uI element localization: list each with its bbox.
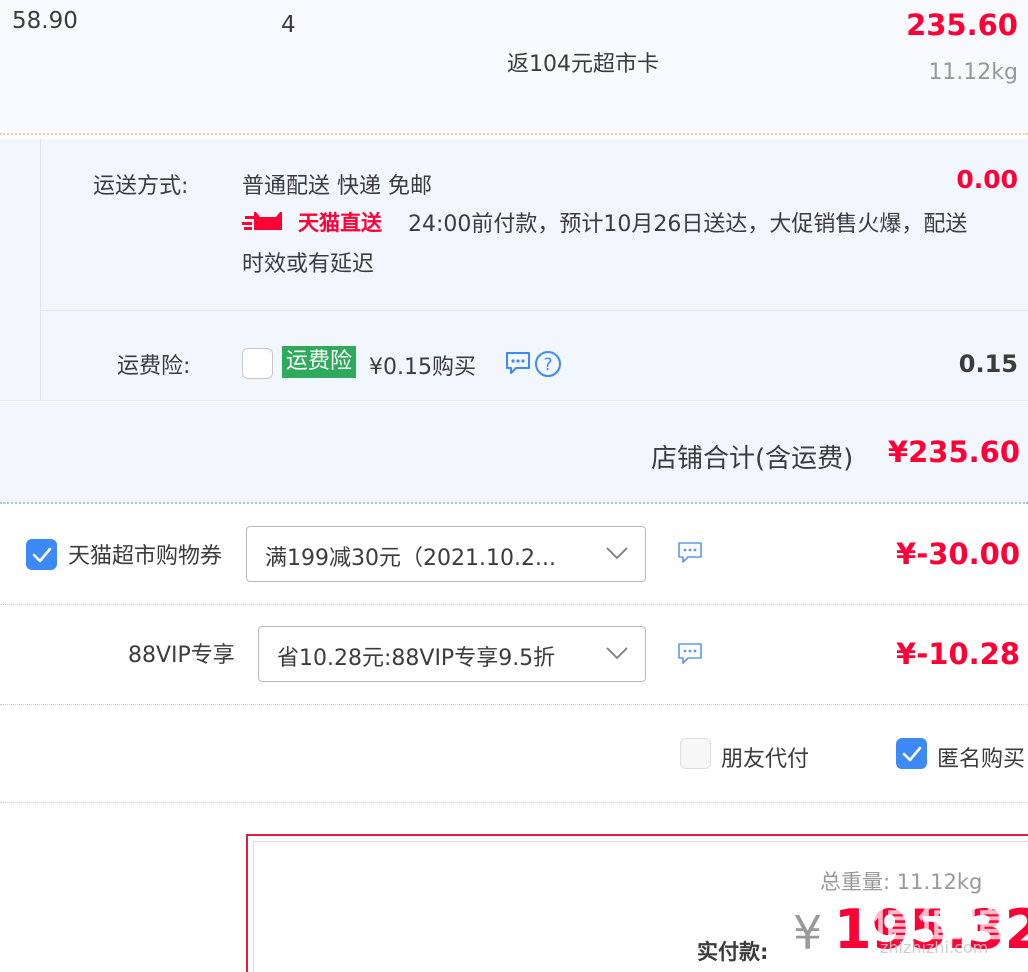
check-icon <box>32 547 52 563</box>
vip-label: 88VIP专享 <box>128 643 235 668</box>
svg-text:?: ? <box>543 355 552 375</box>
store-total-row <box>0 402 1028 504</box>
insurance-icons: ? <box>504 350 562 382</box>
tmall-cat-icon <box>242 208 294 236</box>
item-weight: 11.12kg <box>928 60 1018 85</box>
store-total-amount: ¥235.60 <box>887 435 1020 469</box>
shipping-method-label: 运送方式: <box>93 174 189 199</box>
unit-price: 58.90 <box>12 8 78 34</box>
store-total-label: 店铺合计(含运费) <box>651 444 854 474</box>
coupon-select-value: 满199减30元（2021.10.2... <box>265 546 556 571</box>
divider <box>0 802 1028 803</box>
tmall-direct-badge: 天猫直送 <box>242 207 382 237</box>
friend-pay-label: 朋友代付 <box>721 747 810 772</box>
shipping-fee: 0.00 <box>956 165 1018 194</box>
quantity: 4 <box>281 12 296 38</box>
vip-chat-icon[interactable] <box>677 642 703 670</box>
anonymous-checkbox[interactable] <box>896 738 927 769</box>
coupon-chat-icon[interactable] <box>677 541 703 569</box>
vip-discount: ¥-10.28 <box>896 637 1020 671</box>
item-subtotal: 235.60 <box>906 8 1018 42</box>
shipping-insurance-label: 运费险: <box>117 354 191 379</box>
divider <box>41 310 1028 311</box>
insurance-checkbox[interactable] <box>242 348 273 379</box>
coupon-label: 天猫超市购物券 <box>68 544 223 569</box>
chat-bubble-icon[interactable] <box>504 350 532 382</box>
vip-select[interactable]: 省10.28元:88VIP专享9.5折 <box>258 626 646 682</box>
chevron-down-icon <box>606 547 628 560</box>
coupon-checkbox[interactable] <box>26 539 57 570</box>
insurance-amount: 0.15 <box>958 350 1018 378</box>
help-question-icon[interactable]: ? <box>534 350 562 382</box>
tmall-direct-text: 天猫直送 <box>298 211 382 235</box>
vip-select-value: 省10.28元:88VIP专享9.5折 <box>277 646 556 671</box>
insurance-price: ¥0.15购买 <box>369 355 476 380</box>
watermark-url: zhizhizhi.com <box>880 938 989 957</box>
divider <box>0 604 1028 605</box>
anonymous-label: 匿名购买 <box>937 747 1026 772</box>
insurance-tag: 运费险 <box>282 346 357 378</box>
pay-amount-label: 实付款: <box>697 940 769 964</box>
friend-pay-checkbox[interactable] <box>680 738 711 769</box>
coupon-select[interactable]: 满199减30元（2021.10.2... <box>246 526 646 582</box>
shipping-method[interactable]: 普通配送 快递 免邮 <box>242 168 432 200</box>
currency-symbol: ¥ <box>793 906 823 960</box>
delivery-estimate: 24:00前付款，预计10月26日送达，大促销售火爆，配送 <box>408 212 968 237</box>
chevron-down-icon <box>606 647 628 660</box>
divider <box>0 704 1028 705</box>
coupon-discount: ¥-30.00 <box>896 537 1020 571</box>
check-icon <box>902 746 922 762</box>
rebate-note: 返104元超市卡 <box>507 52 659 77</box>
delivery-estimate-cont: 时效或有延迟 <box>242 252 375 277</box>
